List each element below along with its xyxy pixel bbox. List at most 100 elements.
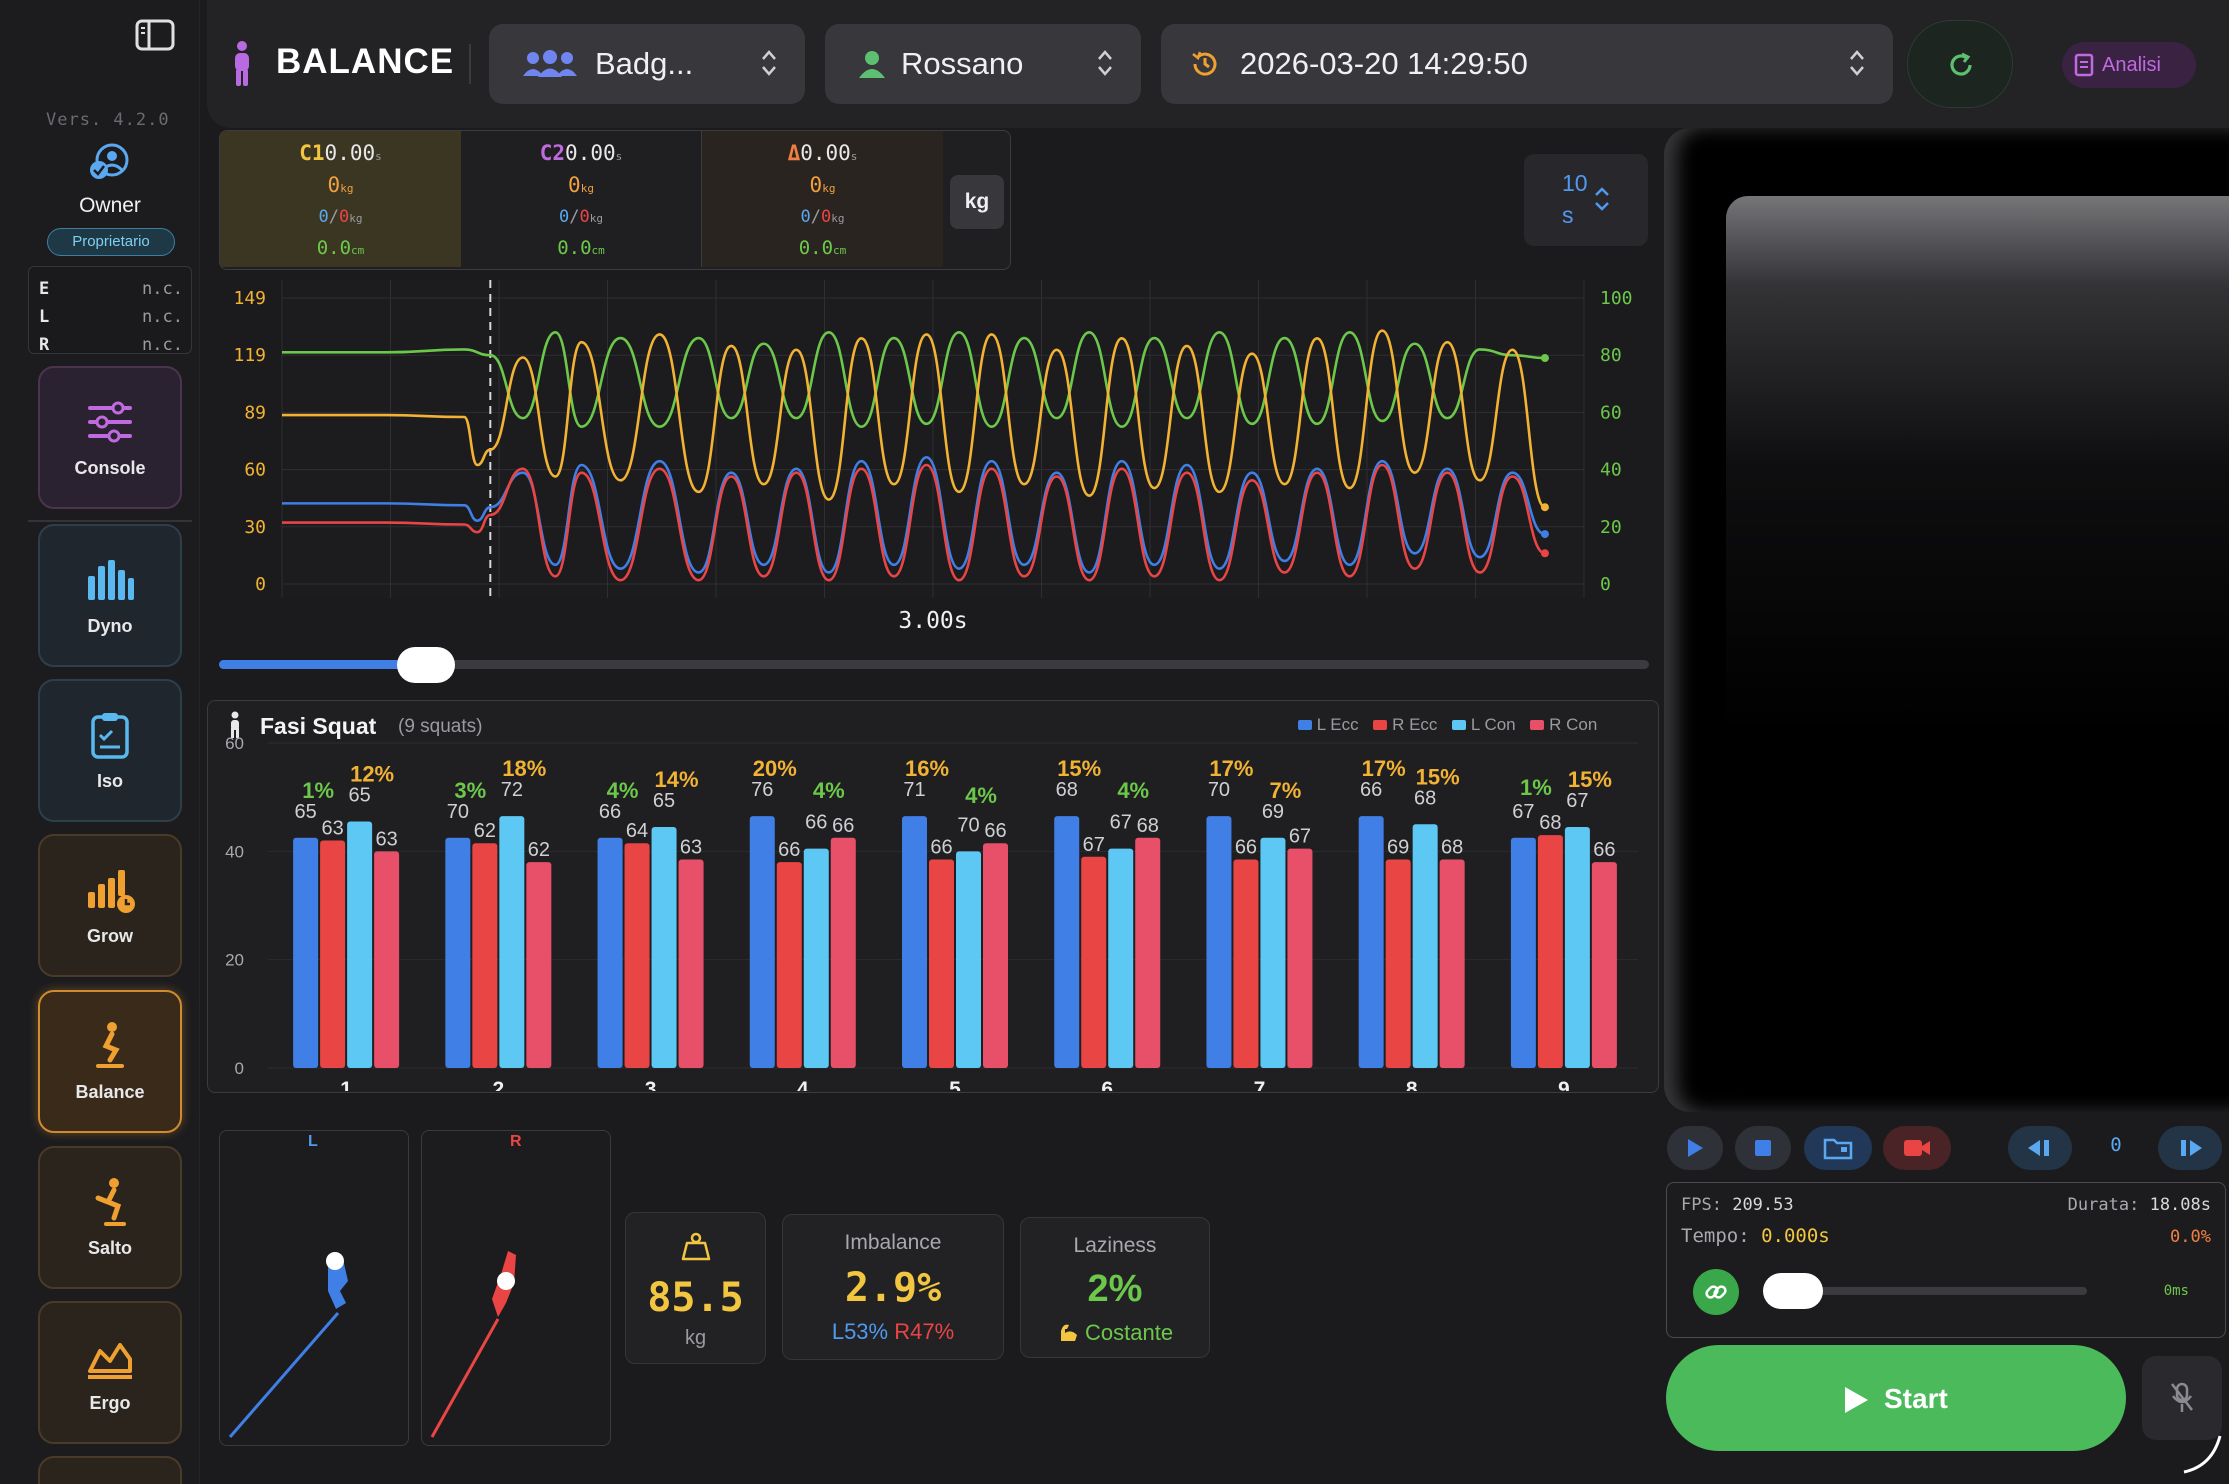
- time-axis-label: 3.00s: [898, 608, 967, 634]
- athlete-select[interactable]: Rossano: [825, 24, 1141, 104]
- bar-value-label: 65: [653, 790, 675, 812]
- window-value: 10: [1562, 170, 1588, 196]
- user-badge-icon[interactable]: [86, 140, 130, 184]
- sliders-icon: [88, 401, 132, 443]
- bar-value-label: 67: [1566, 790, 1588, 812]
- bar: [320, 840, 346, 1068]
- bar-value-label: 63: [680, 836, 702, 858]
- imbalance-title: Imbalance: [844, 1231, 942, 1254]
- nav-console-label: Console: [74, 458, 146, 478]
- offset-slider-thumb[interactable]: [1763, 1273, 1823, 1309]
- c1-label: C1: [299, 141, 325, 165]
- bar: [983, 843, 1008, 1068]
- sync-link-button[interactable]: [1693, 1269, 1739, 1315]
- con-imbalance-label: 4%: [1117, 778, 1149, 803]
- con-imbalance-label: 14%: [655, 767, 699, 792]
- y-left-tick-label: 119: [233, 345, 266, 366]
- session-datetime-value: 2026-03-20 14:29:50: [1240, 46, 1528, 81]
- laziness-stat-card: Laziness 2% Costante: [1020, 1217, 1210, 1358]
- slider-thumb[interactable]: [396, 647, 455, 683]
- play-button[interactable]: [1667, 1126, 1723, 1170]
- role-badge: Proprietario: [47, 228, 175, 256]
- ecc-imbalance-label: 17%: [1362, 756, 1406, 781]
- laziness-label-row: Costante: [1021, 1320, 1209, 1346]
- session-datetime-select[interactable]: 2026-03-20 14:29:50: [1161, 24, 1893, 104]
- nav-more-button[interactable]: [38, 1456, 182, 1484]
- sidebar-toggle-icon[interactable]: [135, 18, 175, 52]
- resize-handle-icon[interactable]: [2182, 1432, 2224, 1476]
- bar: [830, 837, 856, 1068]
- bar: [678, 859, 704, 1068]
- tempo-percent: 0.0%: [2170, 1227, 2211, 1247]
- elr-r-key: R: [39, 335, 50, 355]
- bar: [1260, 837, 1286, 1068]
- delta-lr-unit: kg: [831, 212, 845, 225]
- start-button[interactable]: Start: [1666, 1345, 2126, 1451]
- prev-frame-button[interactable]: [2008, 1126, 2072, 1170]
- delta-cm: 0.0: [798, 237, 834, 259]
- microphone-button[interactable]: [2142, 1356, 2222, 1440]
- nav-salto-button[interactable]: Salto: [38, 1146, 182, 1289]
- left-foot-panel: L: [219, 1130, 409, 1446]
- document-icon: [2074, 53, 2094, 77]
- bar-value-label: 66: [1360, 779, 1382, 801]
- bar-value-label: 62: [528, 839, 550, 861]
- y-left-tick-label: 89: [244, 402, 266, 423]
- cursor-delta-cell: Δ0.00s 0kg 0/0kg 0.0cm: [702, 131, 943, 267]
- analisi-button[interactable]: Analisi: [2062, 42, 2196, 88]
- laziness-label: Costante: [1085, 1320, 1174, 1345]
- nav-console-button[interactable]: Console: [38, 366, 182, 509]
- bar: [293, 837, 319, 1068]
- sidebar: Vers. 4.2.0 Owner Proprietario ELR n.c. n…: [0, 0, 200, 1484]
- athlete-icon: [859, 51, 885, 78]
- delta-kg-unit: kg: [822, 182, 836, 195]
- refresh-button[interactable]: [1907, 20, 2013, 108]
- start-label: Start: [1884, 1383, 1948, 1414]
- y-right-tick-label: 100: [1600, 288, 1633, 309]
- weight-icon: [681, 1232, 711, 1261]
- bar-value-label: 66: [778, 839, 800, 861]
- ecc-imbalance-label: 1%: [1520, 775, 1552, 800]
- bar: [902, 816, 927, 1068]
- tempo-label: Tempo:: [1681, 1225, 1750, 1247]
- window-stepper[interactable]: 10 s: [1524, 154, 1648, 246]
- fps-value: 209.53: [1732, 1195, 1794, 1215]
- bar: [956, 851, 981, 1068]
- delta-time-unit: s: [850, 150, 858, 163]
- group-select[interactable]: Badg...: [489, 24, 805, 104]
- y-right-tick-label: 20: [1600, 517, 1622, 538]
- offset-slider-track[interactable]: [1787, 1287, 2087, 1295]
- stop-icon: [1755, 1140, 1771, 1156]
- bar-value-label: 68: [1137, 815, 1159, 837]
- offset-ms: 0ms: [2163, 1283, 2189, 1299]
- next-frame-button[interactable]: [2158, 1126, 2222, 1170]
- nav-iso-label: Iso: [96, 771, 123, 791]
- force-line-chart[interactable]: 149 100 119 80 89 60 60 40 30 20 0 0 3.00s: [210, 270, 1660, 640]
- nav-ergo-button[interactable]: Ergo: [38, 1301, 182, 1444]
- bar: [624, 843, 650, 1068]
- bar: [1385, 859, 1411, 1068]
- stop-button[interactable]: [1735, 1126, 1791, 1170]
- squat-phases-bar-chart[interactable]: 6040200656365631%12%1706272623%18%266646…: [208, 721, 1658, 1091]
- nav-balance-button[interactable]: Balance: [38, 990, 182, 1133]
- bar: [597, 837, 623, 1068]
- top-bar: BALANCE Badg... Rossano 2026-03-20 14:29…: [207, 0, 2229, 128]
- nav-iso-button[interactable]: Iso: [38, 679, 182, 822]
- c2-left: 0: [559, 207, 570, 227]
- con-imbalance-label: 12%: [350, 762, 394, 787]
- bar: [1564, 826, 1590, 1068]
- nav-dyno-button[interactable]: Dyno: [38, 524, 182, 667]
- elr-l-value: n.c.: [142, 307, 183, 327]
- bar-value-label: 69: [1262, 801, 1284, 823]
- nav-grow-button[interactable]: Grow: [38, 834, 182, 977]
- record-button[interactable]: [1883, 1126, 1951, 1170]
- series-end-point: [1540, 549, 1549, 558]
- y-left-tick-label: 0: [255, 574, 266, 595]
- chevron-updown-icon: [1850, 50, 1864, 76]
- open-folder-button[interactable]: [1804, 1126, 1872, 1170]
- unit-toggle-button[interactable]: kg: [950, 175, 1004, 229]
- c1-time-unit: s: [375, 150, 382, 163]
- time-slider[interactable]: [219, 647, 1649, 683]
- c1-kg: 0: [327, 173, 341, 197]
- durata-label: Durata:: [2067, 1195, 2140, 1215]
